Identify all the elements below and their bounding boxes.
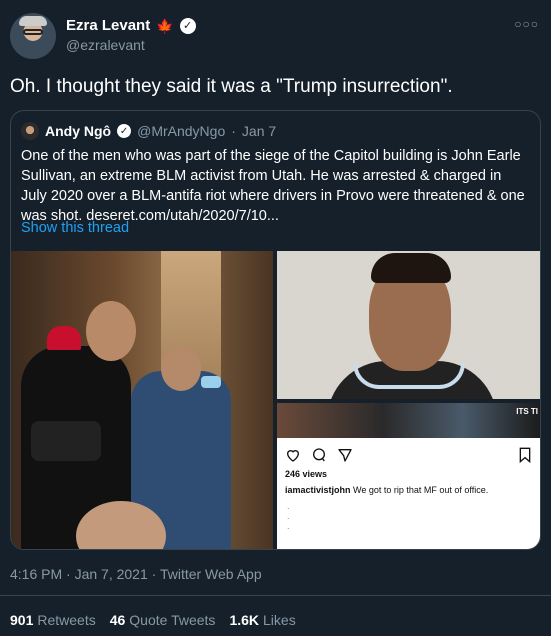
- instagram-views: 246 views: [285, 469, 328, 479]
- dot-line: .: [287, 501, 290, 511]
- quoted-body: One of the men who was part of the siege…: [21, 148, 525, 224]
- send-icon: [338, 449, 352, 462]
- quoted-separator: ·: [231, 123, 236, 139]
- avatar-glasses: [23, 29, 43, 35]
- quote-tweets-label: Quote Tweets: [129, 612, 216, 628]
- more-icon[interactable]: ○○○: [514, 17, 539, 31]
- retweets-label: Retweets: [37, 612, 96, 628]
- tweet-header: Ezra Levant 🍁 ✓ @ezralevant ○○○: [10, 11, 539, 61]
- image-head-right: [161, 346, 201, 391]
- author-name-row: Ezra Levant 🍁 ✓: [66, 17, 196, 34]
- instagram-actions: [285, 447, 353, 463]
- comment-icon: [313, 448, 325, 462]
- retweets-stat[interactable]: 901 Retweets: [10, 612, 96, 628]
- maple-leaf-icon: 🍁: [156, 17, 174, 34]
- author-name[interactable]: Ezra Levant: [66, 17, 150, 34]
- instagram-username: iamactivistjohn: [285, 485, 351, 495]
- quoted-date: Jan 7: [241, 123, 277, 139]
- divider: [0, 595, 551, 596]
- dot-line: .: [287, 511, 290, 521]
- quoted-media[interactable]: ITS TI 246 views iamactivistjohn We got …: [11, 251, 540, 549]
- image-strip-text: ITS TI: [516, 407, 538, 416]
- quoted-author-name: Andy Ngô: [45, 123, 112, 139]
- tweet-timestamp[interactable]: 4:16 PM · Jan 7, 2021 · Twitter Web App: [10, 566, 262, 582]
- likes-count: 1.6K: [229, 612, 260, 628]
- instagram-screenshot-image[interactable]: ITS TI 246 views iamactivistjohn We got …: [277, 403, 540, 549]
- capitol-crowd-image[interactable]: [11, 251, 273, 549]
- dot-line: .: [287, 521, 290, 531]
- image-head-left: [86, 301, 136, 361]
- instagram-dots: . . .: [287, 501, 290, 531]
- quoted-header: Andy Ngô ✓ @MrAndyNgo · Jan 7: [21, 122, 276, 140]
- image-hair: [371, 253, 451, 283]
- retweets-count: 901: [10, 612, 34, 628]
- image-photo-strip: [277, 403, 540, 438]
- author-handle[interactable]: @ezralevant: [66, 37, 145, 53]
- quoted-avatar: [21, 122, 39, 140]
- instagram-caption-text: We got to rip that MF out of office.: [353, 485, 489, 495]
- verified-badge-icon: ✓: [179, 17, 196, 34]
- mugshot-image[interactable]: [277, 251, 540, 399]
- quoted-tweet[interactable]: Andy Ngô ✓ @MrAndyNgo · Jan 7 One of the…: [10, 110, 541, 550]
- avatar-hair: [19, 16, 47, 26]
- author-avatar[interactable]: [10, 13, 56, 59]
- bookmark-icon: [518, 447, 532, 468]
- tweet-stats: 901 Retweets 46 Quote Tweets 1.6K Likes: [10, 612, 296, 628]
- quote-tweets-count: 46: [109, 612, 126, 628]
- show-thread-link[interactable]: Show this thread: [21, 220, 129, 236]
- image-red-hat: [47, 326, 81, 350]
- likes-label: Likes: [263, 612, 296, 628]
- tweet-text: Oh. I thought they said it was a "Trump …: [10, 76, 453, 97]
- image-face-mask: [201, 376, 221, 388]
- likes-stat[interactable]: 1.6K Likes: [229, 612, 295, 628]
- heart-icon: [286, 450, 300, 462]
- verified-badge-icon: ✓: [117, 124, 132, 138]
- image-collar: [353, 363, 465, 389]
- instagram-caption: iamactivistjohn We got to rip that MF ou…: [285, 485, 488, 495]
- quote-tweets-stat[interactable]: 46 Quote Tweets: [110, 612, 216, 628]
- quoted-handle: @MrAndyNgo: [137, 123, 226, 139]
- image-camera: [31, 421, 101, 461]
